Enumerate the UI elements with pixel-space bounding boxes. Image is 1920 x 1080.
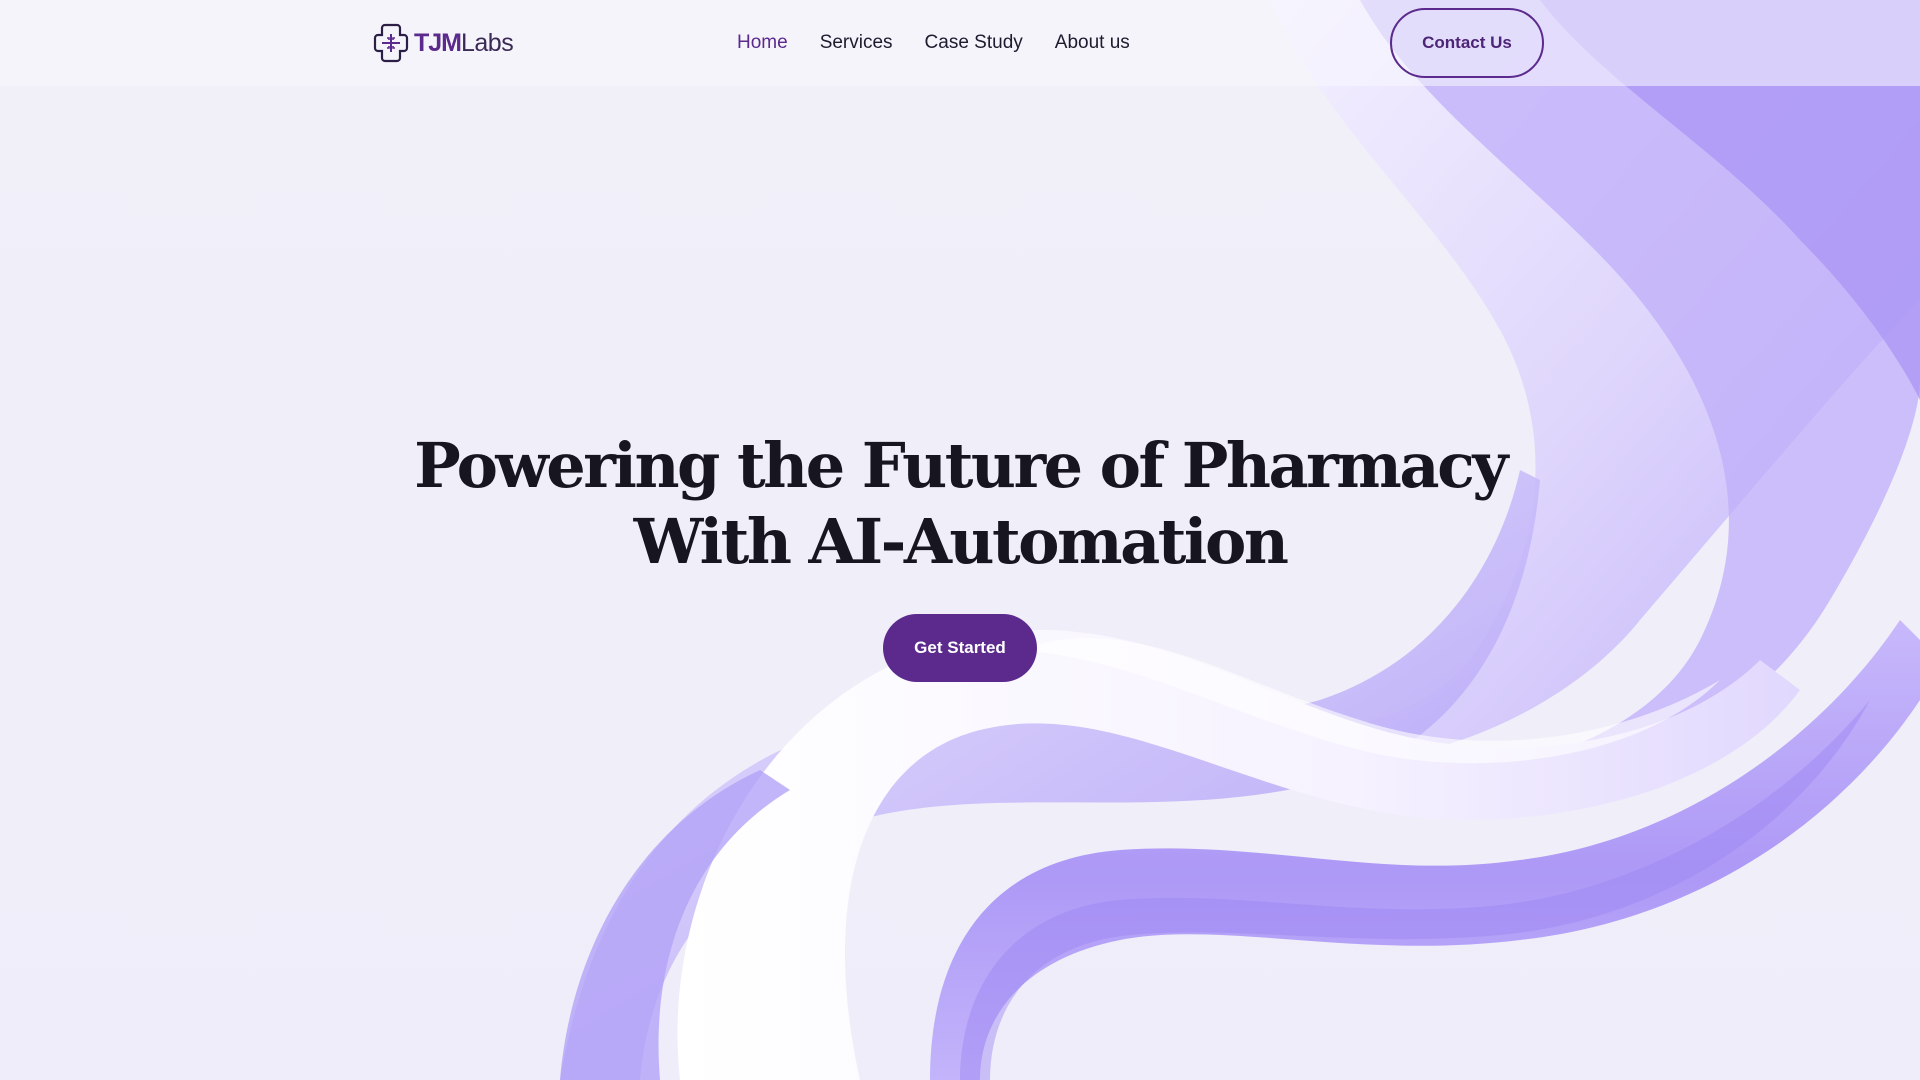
nav-home[interactable]: Home xyxy=(737,32,788,54)
brand-logo[interactable]: TJM Labs xyxy=(372,22,514,64)
nav-services[interactable]: Services xyxy=(820,32,893,54)
nav-case-study[interactable]: Case Study xyxy=(925,32,1023,54)
brand-name-light: Labs xyxy=(461,28,514,57)
brand-name-bold: TJM xyxy=(414,28,462,57)
hero-title: Powering the Future of Pharmacy With AI-… xyxy=(0,428,1920,580)
contact-us-button[interactable]: Contact Us xyxy=(1390,8,1544,78)
landing-page: TJM Labs Home Services Case Study About … xyxy=(0,0,1920,1080)
hero-title-line-2: With AI-Automation xyxy=(633,505,1289,578)
brand-wordmark: TJM Labs xyxy=(414,28,514,58)
nav-about-us[interactable]: About us xyxy=(1055,32,1130,54)
hero-title-line-1: Powering the Future of Pharmacy xyxy=(414,429,1508,502)
hero-section: Powering the Future of Pharmacy With AI-… xyxy=(0,428,1920,580)
medical-cross-icon xyxy=(373,23,409,63)
main-nav: Home Services Case Study About us xyxy=(737,28,1162,58)
get-started-button[interactable]: Get Started xyxy=(883,614,1037,682)
